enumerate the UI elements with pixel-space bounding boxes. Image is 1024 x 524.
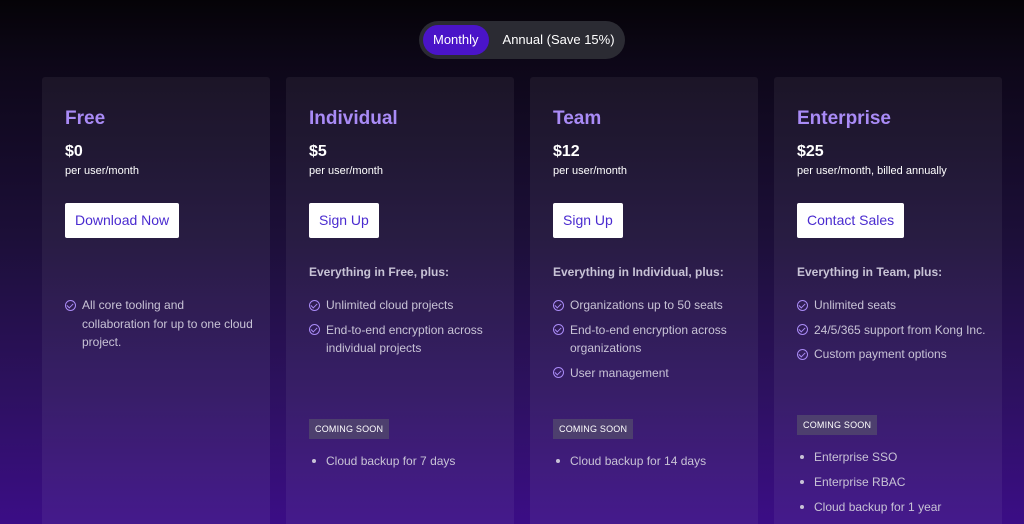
feature-item: Unlimited seats bbox=[797, 296, 987, 315]
feature-item: All core tooling and collaboration for u… bbox=[65, 296, 255, 352]
bullet-dot-icon bbox=[800, 480, 804, 484]
monthly-toggle-button[interactable]: Monthly bbox=[423, 25, 489, 55]
plan-price: $5 bbox=[309, 143, 327, 160]
plan-card-individual: Individual $5 per user/month Sign Up Eve… bbox=[286, 77, 514, 524]
plan-price: $12 bbox=[553, 143, 580, 160]
feature-text: Custom payment options bbox=[814, 347, 947, 361]
feature-list: All core tooling and collaboration for u… bbox=[65, 296, 255, 358]
coming-soon-item: Enterprise RBAC bbox=[797, 473, 987, 491]
plan-card-team: Team $12 per user/month Sign Up Everythi… bbox=[530, 77, 758, 524]
check-circle-icon bbox=[309, 299, 320, 311]
feature-text: End-to-end encryption across individual … bbox=[326, 322, 483, 356]
coming-soon-list: Cloud backup for 14 days bbox=[553, 452, 743, 477]
feature-text: 24/5/365 support from Kong Inc. bbox=[814, 322, 986, 337]
feature-item: User management bbox=[553, 364, 743, 383]
download-now-button[interactable]: Download Now bbox=[65, 203, 180, 238]
plan-includes-label: Everything in Individual, plus: bbox=[553, 265, 724, 279]
plan-price: $25 bbox=[797, 143, 824, 160]
coming-soon-item: Enterprise SSO bbox=[797, 448, 987, 466]
feature-item: 24/5/365 support from Kong Inc. bbox=[797, 321, 987, 340]
check-circle-icon bbox=[553, 324, 564, 335]
plan-card-enterprise: Enterprise $25 per user/month, billed an… bbox=[774, 77, 1002, 524]
feature-item: Unlimited cloud projects bbox=[309, 296, 499, 315]
plan-price-unit: per user/month bbox=[309, 165, 383, 177]
plan-price-unit: per user/month bbox=[553, 165, 627, 177]
feature-text: Unlimited cloud projects bbox=[326, 298, 454, 312]
feature-list: Unlimited cloud projects End-to-end encr… bbox=[309, 296, 499, 364]
plan-name: Individual bbox=[309, 108, 398, 129]
plan-name: Team bbox=[553, 108, 602, 129]
bullet-dot-icon bbox=[312, 459, 316, 463]
check-circle-icon bbox=[65, 299, 76, 311]
plan-includes-label: Everything in Team, plus: bbox=[797, 265, 943, 279]
coming-soon-item: Cloud backup for 7 days bbox=[309, 452, 499, 470]
coming-soon-item: Cloud backup for 14 days bbox=[553, 452, 743, 470]
feature-list: Unlimited seats 24/5/365 support from Ko… bbox=[797, 296, 987, 370]
check-circle-icon bbox=[797, 348, 808, 360]
sign-up-button[interactable]: Sign Up bbox=[309, 203, 379, 238]
feature-text: End-to-end encryption across organizatio… bbox=[570, 322, 727, 356]
plan-price-unit: per user/month, billed annually bbox=[797, 165, 947, 177]
bullet-dot-icon bbox=[800, 455, 804, 459]
plan-price: $0 bbox=[65, 143, 83, 160]
coming-soon-badge: COMING SOON bbox=[553, 419, 634, 439]
coming-soon-text: Cloud backup for 14 days bbox=[570, 454, 707, 468]
feature-text: Organizations up to 50 seats bbox=[570, 298, 723, 312]
bullet-dot-icon bbox=[556, 459, 560, 463]
feature-text: User management bbox=[570, 365, 669, 380]
feature-text: All core tooling and collaboration for u… bbox=[82, 298, 253, 349]
check-circle-icon bbox=[553, 299, 564, 311]
plan-name: Enterprise bbox=[797, 108, 891, 129]
bullet-dot-icon bbox=[800, 505, 804, 509]
billing-toggle[interactable]: Monthly Annual (Save 15%) bbox=[419, 21, 625, 59]
coming-soon-badge: COMING SOON bbox=[797, 415, 878, 435]
coming-soon-item: Cloud backup for 1 year bbox=[797, 498, 987, 516]
check-circle-icon bbox=[553, 367, 564, 378]
pricing-cards: Free $0 per user/month Download Now All … bbox=[42, 77, 1002, 524]
coming-soon-text: Enterprise SSO bbox=[814, 450, 898, 464]
feature-item: End-to-end encryption across individual … bbox=[309, 321, 499, 358]
coming-soon-badge: COMING SOON bbox=[309, 419, 390, 439]
coming-soon-list: Cloud backup for 7 days bbox=[309, 452, 499, 477]
coming-soon-list: Enterprise SSO Enterprise RBAC Cloud bac… bbox=[797, 448, 987, 523]
check-circle-icon bbox=[309, 324, 320, 335]
coming-soon-text: Enterprise RBAC bbox=[814, 475, 906, 489]
feature-item: Custom payment options bbox=[797, 345, 987, 364]
plan-name: Free bbox=[65, 108, 106, 129]
check-circle-icon bbox=[797, 324, 808, 335]
contact-sales-button[interactable]: Contact Sales bbox=[797, 203, 905, 238]
coming-soon-text: Cloud backup for 7 days bbox=[326, 454, 456, 468]
feature-list: Organizations up to 50 seats End-to-end … bbox=[553, 296, 743, 388]
plan-includes-label: Everything in Free, plus: bbox=[309, 265, 450, 279]
feature-text: Unlimited seats bbox=[814, 298, 897, 312]
feature-item: End-to-end encryption across organizatio… bbox=[553, 321, 743, 358]
sign-up-button[interactable]: Sign Up bbox=[553, 203, 623, 238]
coming-soon-text: Cloud backup for 1 year bbox=[814, 500, 942, 514]
check-circle-icon bbox=[797, 299, 808, 311]
plan-card-free: Free $0 per user/month Download Now All … bbox=[42, 77, 270, 524]
feature-item: Organizations up to 50 seats bbox=[553, 296, 743, 315]
plan-price-unit: per user/month bbox=[65, 165, 139, 177]
annual-toggle-button[interactable]: Annual (Save 15%) bbox=[493, 25, 625, 55]
